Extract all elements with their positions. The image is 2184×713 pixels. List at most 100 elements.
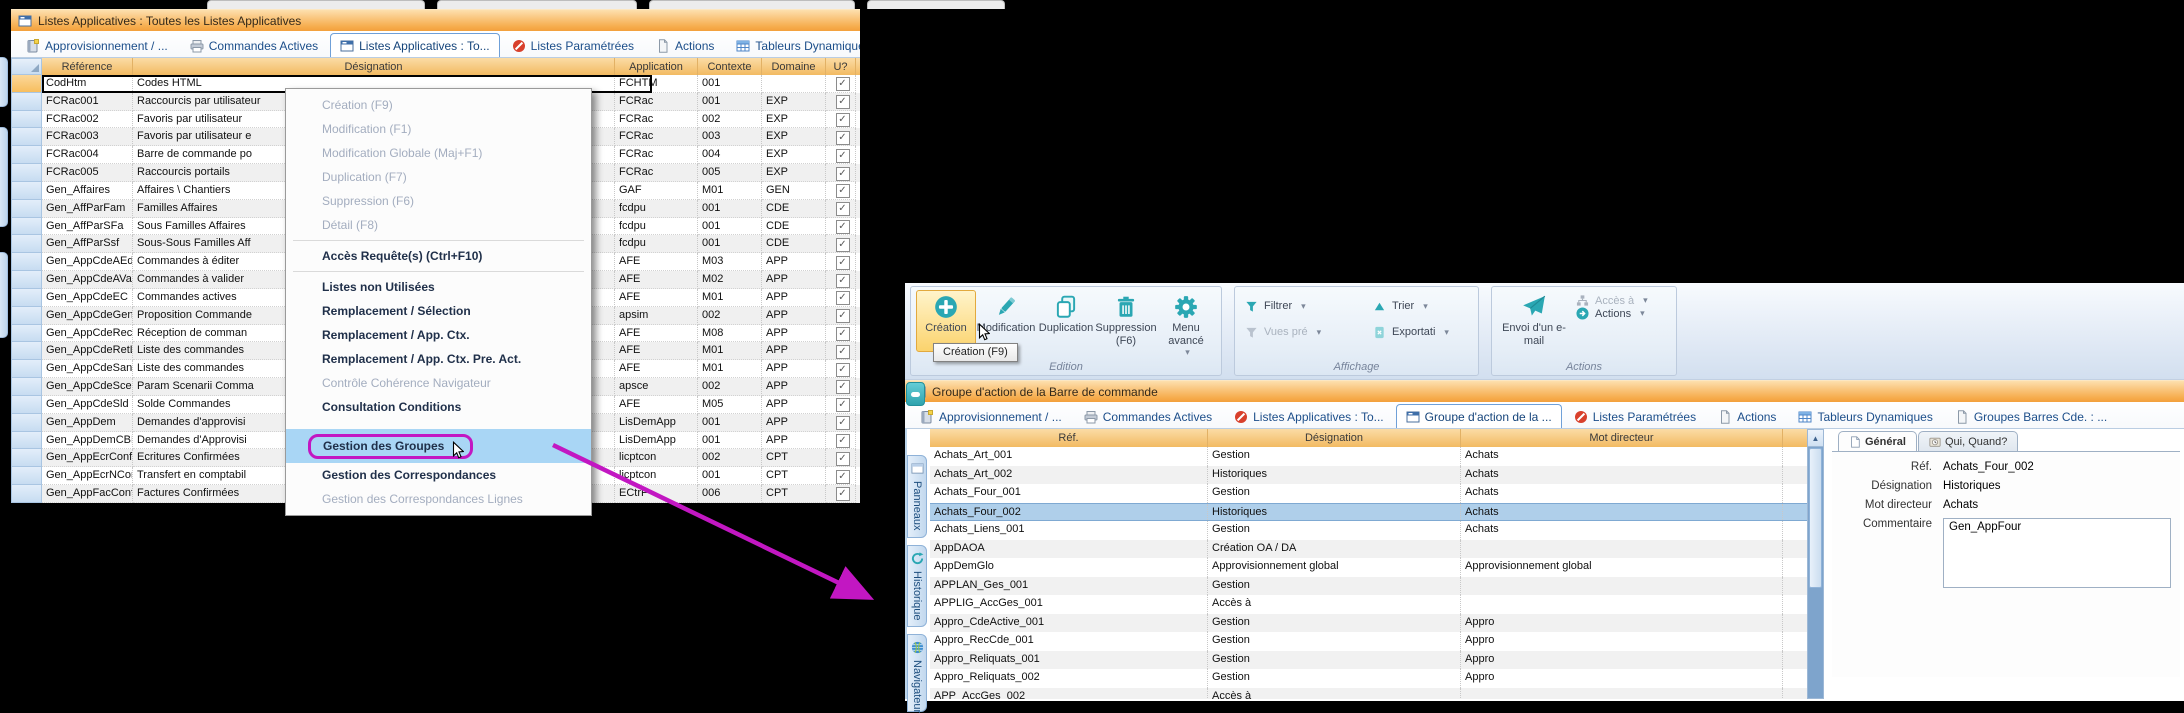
row-selector[interactable] <box>11 111 42 129</box>
checkbox[interactable]: ✓ <box>836 363 850 377</box>
tab-commandes-actives[interactable]: Commandes Actives <box>1074 404 1222 428</box>
row-selector[interactable] <box>11 200 42 218</box>
side-tab-navigateur[interactable]: Navigateur <box>907 634 927 712</box>
checkbox[interactable]: ✓ <box>836 291 850 305</box>
tab-actions[interactable]: Actions <box>1708 404 1786 428</box>
checkbox[interactable]: ✓ <box>836 238 850 252</box>
menu-item-consultation-conditions[interactable]: Consultation Conditions <box>286 395 591 419</box>
checkbox[interactable]: ✓ <box>836 434 850 448</box>
checkbox[interactable]: ✓ <box>836 470 850 484</box>
ribbon-button-actions[interactable]: Actions▾ <box>1571 307 1671 320</box>
detail-tab-qui-quand[interactable]: Qui, Quand? <box>1918 431 2018 451</box>
row-selector[interactable] <box>11 253 42 271</box>
row-selector[interactable] <box>11 164 42 182</box>
row-selector[interactable] <box>11 414 42 432</box>
checkbox[interactable]: ✓ <box>836 487 850 501</box>
checkbox[interactable]: ✓ <box>836 256 850 270</box>
row-selector[interactable] <box>11 146 42 164</box>
field-comment-box[interactable]: Gen_AppFour <box>1943 518 2171 588</box>
tab-listes-param-tr-es[interactable]: Listes Paramétrées <box>502 33 644 57</box>
table-row[interactable]: Achats_Art_001GestionAchats <box>930 447 1807 466</box>
side-tab-historique[interactable]: Historique <box>907 545 927 628</box>
row-selector[interactable] <box>11 271 42 289</box>
row-selector[interactable] <box>11 182 42 200</box>
checkbox[interactable]: ✓ <box>836 167 850 181</box>
table-row[interactable]: APP_AccGes_002Accès à <box>930 688 1807 700</box>
side-tab-panneaux[interactable]: Panneaux <box>907 455 927 538</box>
row-selector[interactable] <box>11 93 42 111</box>
row-selector[interactable] <box>11 218 42 236</box>
tab-listes-param-tr-es[interactable]: Listes Paramétrées <box>1564 404 1706 428</box>
table-row[interactable]: Achats_Art_002HistoriquesAchats <box>930 466 1807 485</box>
table-row[interactable]: AppDemGloApprovisionnement globalApprovi… <box>930 558 1807 577</box>
row-selector[interactable] <box>11 235 42 253</box>
table-row[interactable]: APPLAN_Ges_001Gestion <box>930 577 1807 596</box>
menu-item-remplacement-app-ctx-pre-act[interactable]: Remplacement / App. Ctx. Pre. Act. <box>286 347 591 371</box>
checkbox[interactable]: ✓ <box>836 113 850 127</box>
menu-item-gestion-des-groupes[interactable]: Gestion des Groupes <box>286 429 591 463</box>
select-all-corner[interactable] <box>11 58 42 75</box>
checkbox[interactable]: ✓ <box>836 220 850 234</box>
row-selector[interactable] <box>11 360 42 378</box>
checkbox[interactable]: ✓ <box>836 274 850 288</box>
column-header-u[interactable]: U? <box>826 58 856 75</box>
scrollbar-thumb[interactable] <box>1809 448 1822 588</box>
row-selector[interactable] <box>11 128 42 146</box>
checkbox[interactable]: ✓ <box>836 327 850 341</box>
row-selector[interactable] <box>11 396 42 414</box>
table-row[interactable]: Appro_RecCde_001GestionAppro <box>930 632 1807 651</box>
tab-approvisionnement[interactable]: Approvisionnement / ... <box>910 404 1072 428</box>
tab-listes-applicatives-to[interactable]: Listes Applicatives : To... <box>1224 404 1394 428</box>
ribbon-button-duplication[interactable]: Duplication <box>1036 290 1096 352</box>
table-row[interactable]: Achats_Four_001GestionAchats <box>930 484 1807 503</box>
column-header-mot-directeur[interactable]: Mot directeur <box>1461 429 1783 447</box>
checkbox[interactable]: ✓ <box>836 309 850 323</box>
menu-item-gestion-des-correspondances[interactable]: Gestion des Correspondances <box>286 463 591 487</box>
tab-groupes-barres-cde[interactable]: Groupes Barres Cde. : ... <box>1945 404 2117 428</box>
column-header-r-f[interactable]: Réf. <box>930 429 1208 447</box>
ribbon-button-trier[interactable]: Trier▾ <box>1368 300 1473 313</box>
column-header-d-signation[interactable]: Désignation <box>133 58 615 75</box>
row-selector[interactable] <box>11 467 42 485</box>
table-row[interactable]: Appro_CdeActive_001GestionAppro <box>930 614 1807 633</box>
vertical-scrollbar[interactable]: ▲ <box>1807 429 1824 699</box>
table-row[interactable]: Appro_Reliquats_002GestionAppro <box>930 669 1807 688</box>
checkbox[interactable]: ✓ <box>836 416 850 430</box>
tab-tableurs-dynamiques[interactable]: Tableurs Dynamiques <box>1788 404 1942 428</box>
table-row[interactable]: Achats_Four_002HistoriquesAchats <box>930 503 1807 522</box>
ribbon-button-envoi-d-un-e-mail[interactable]: Envoi d'un e-mail <box>1497 290 1571 352</box>
checkbox[interactable]: ✓ <box>836 131 850 145</box>
row-selector[interactable] <box>11 449 42 467</box>
menu-item-remplacement-s-lection[interactable]: Remplacement / Sélection <box>286 299 591 323</box>
table-row[interactable]: Achats_Liens_001GestionAchats <box>930 521 1807 540</box>
checkbox[interactable]: ✓ <box>836 77 850 91</box>
table-row[interactable]: AppDAOACréation OA / DA <box>930 540 1807 559</box>
tab-actions[interactable]: Actions <box>646 33 724 57</box>
row-selector[interactable] <box>11 289 42 307</box>
menu-item-remplacement-app-ctx[interactable]: Remplacement / App. Ctx. <box>286 323 591 347</box>
ribbon-button-filtrer[interactable]: Filtrer▾ <box>1240 300 1368 313</box>
menu-item-acc-s-requ-te-s-ctrl-f10[interactable]: Accès Requête(s) (Ctrl+F10) <box>286 244 591 268</box>
checkbox[interactable]: ✓ <box>836 345 850 359</box>
row-selector[interactable] <box>11 432 42 450</box>
checkbox[interactable]: ✓ <box>836 184 850 198</box>
checkbox[interactable]: ✓ <box>836 95 850 109</box>
table-row[interactable]: Appro_Reliquats_001GestionAppro <box>930 651 1807 670</box>
checkbox[interactable]: ✓ <box>836 149 850 163</box>
tab-commandes-actives[interactable]: Commandes Actives <box>180 33 328 57</box>
checkbox[interactable]: ✓ <box>836 202 850 216</box>
tab-tableurs-dynamiques[interactable]: Tableurs Dynamiques <box>726 33 860 57</box>
row-selector[interactable] <box>11 307 42 325</box>
menu-item-listes-non-utilis-es[interactable]: Listes non Utilisées <box>286 275 591 299</box>
checkbox[interactable]: ✓ <box>836 452 850 466</box>
detail-tab-g-n-ral[interactable]: Général <box>1838 431 1917 451</box>
tab-groupe-d-action-de-la[interactable]: Groupe d'action de la ... <box>1396 404 1562 428</box>
column-header-contexte[interactable]: Contexte <box>698 58 762 75</box>
checkbox[interactable]: ✓ <box>836 380 850 394</box>
row-selector[interactable] <box>11 75 42 93</box>
ribbon-button-menu-avanc[interactable]: Menu avancé▾ <box>1156 290 1216 359</box>
scroll-up-button[interactable]: ▲ <box>1808 430 1823 447</box>
row-selector[interactable] <box>11 342 42 360</box>
column-header-d-signation[interactable]: Désignation <box>1208 429 1461 447</box>
tab-listes-applicatives-to[interactable]: Listes Applicatives : To... <box>330 33 500 57</box>
